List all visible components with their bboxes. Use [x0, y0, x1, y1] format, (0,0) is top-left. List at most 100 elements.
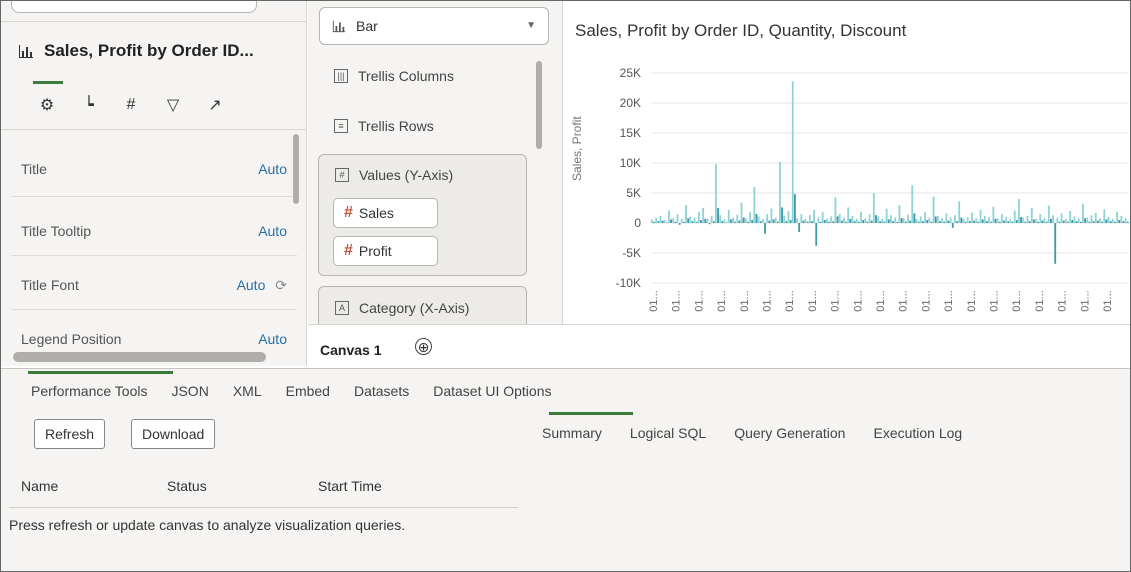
bar-sales[interactable]	[902, 218, 905, 223]
bar-profit[interactable]	[845, 221, 848, 223]
bar-profit[interactable]	[866, 221, 869, 223]
bar-profit[interactable]	[917, 221, 920, 223]
bar-profit[interactable]	[772, 219, 775, 223]
bar-sales[interactable]	[821, 212, 824, 223]
bar-sales[interactable]	[855, 218, 858, 223]
bar-profit[interactable]	[789, 220, 792, 223]
bar-sales[interactable]	[813, 209, 816, 223]
bar-profit[interactable]	[653, 221, 655, 223]
bar-sales[interactable]	[962, 218, 965, 223]
bar-sales[interactable]	[830, 216, 833, 223]
bar-sales[interactable]	[659, 215, 662, 223]
bar-profit[interactable]	[802, 220, 805, 223]
bar-profit[interactable]	[755, 214, 758, 223]
bar-profit[interactable]	[857, 221, 860, 223]
bar-profit[interactable]	[704, 218, 707, 223]
tab-json[interactable]: JSON	[171, 383, 208, 399]
tab-canvas-1[interactable]: Canvas 1	[320, 342, 381, 358]
bar-sales[interactable]	[663, 220, 666, 223]
bar-profit[interactable]	[768, 220, 771, 223]
bar-sales[interactable]	[676, 214, 679, 223]
bar-profit[interactable]	[1028, 221, 1031, 223]
bar-profit[interactable]	[806, 221, 809, 223]
chart-type-select[interactable]: Bar ▼	[319, 7, 549, 45]
bar-sales[interactable]	[1005, 217, 1008, 223]
bar-sales[interactable]	[689, 216, 692, 223]
bar-profit[interactable]	[1067, 221, 1069, 223]
bar-sales[interactable]	[1099, 218, 1101, 223]
bar-profit[interactable]	[776, 221, 779, 223]
bar-profit[interactable]	[1109, 221, 1112, 223]
bar-sales[interactable]	[1082, 203, 1084, 223]
chevron-down-icon[interactable]: ▼	[526, 20, 536, 31]
bar-profit[interactable]	[973, 220, 976, 223]
trellis-rows-row[interactable]: ≡ Trellis Rows	[334, 118, 434, 134]
bar-sales[interactable]	[860, 211, 862, 223]
bar-sales[interactable]	[1022, 217, 1025, 223]
bar-sales[interactable]	[1077, 218, 1080, 223]
tab-logical-sql[interactable]: Logical SQL	[630, 425, 706, 441]
bar-sales[interactable]	[1069, 211, 1072, 223]
bar-profit[interactable]	[764, 223, 766, 234]
bar-sales[interactable]	[1035, 218, 1037, 223]
tab-performance-tools[interactable]: Performance Tools	[31, 383, 147, 399]
bar-sales[interactable]	[1039, 214, 1042, 223]
bar-profit[interactable]	[904, 221, 907, 223]
bar-profit[interactable]	[747, 221, 749, 223]
values-pill-profit[interactable]: # Profit	[333, 236, 438, 266]
tab-xml[interactable]: XML	[233, 383, 262, 399]
bar-profit[interactable]	[939, 221, 941, 223]
property-title[interactable]: Title Auto	[21, 161, 287, 177]
bar-profit[interactable]	[725, 222, 728, 223]
bar-sales[interactable]	[1026, 215, 1029, 223]
bar-profit[interactable]	[665, 222, 668, 223]
bar-profit[interactable]	[875, 215, 877, 223]
values-drop-zone[interactable]: # Values (Y-Axis) # Sales # Profit	[318, 154, 527, 276]
bar-profit[interactable]	[960, 217, 963, 223]
bar-profit[interactable]	[832, 221, 835, 223]
bar-profit[interactable]	[1050, 218, 1052, 223]
bar-profit[interactable]	[977, 221, 980, 223]
bar-profit[interactable]	[1084, 218, 1087, 223]
bar-profit[interactable]	[900, 218, 903, 223]
bar-profit[interactable]	[1041, 220, 1044, 223]
bar-sales[interactable]	[975, 218, 978, 223]
bar-sales[interactable]	[1124, 218, 1127, 223]
bar-profit[interactable]	[1037, 221, 1040, 223]
bar-profit[interactable]	[1075, 221, 1078, 223]
bar-profit[interactable]	[700, 220, 702, 223]
bar-sales[interactable]	[949, 217, 952, 223]
bar-profit[interactable]	[1101, 221, 1104, 223]
bar-profit[interactable]	[943, 221, 946, 223]
bar-sales[interactable]	[881, 218, 884, 223]
bar-profit[interactable]	[683, 221, 685, 223]
bar-profit[interactable]	[1088, 221, 1091, 223]
bar-profit[interactable]	[729, 219, 732, 223]
bar-profit[interactable]	[883, 221, 886, 223]
bar-profit[interactable]	[687, 218, 690, 223]
bar-sales[interactable]	[1094, 212, 1097, 223]
bar-sales[interactable]	[932, 196, 935, 223]
bar-profit[interactable]	[1114, 221, 1116, 223]
vertical-scrollbar[interactable]	[536, 61, 542, 149]
bar-sales[interactable]	[885, 208, 888, 223]
filter-icon[interactable]: ▽	[163, 95, 183, 115]
bar-sales[interactable]	[668, 210, 670, 223]
bar-sales[interactable]	[740, 202, 743, 223]
bar-profit[interactable]	[811, 221, 813, 223]
bar-profit[interactable]	[892, 221, 894, 223]
bar-profit[interactable]	[1011, 221, 1014, 223]
bar-sales[interactable]	[1043, 218, 1046, 223]
bar-profit[interactable]	[1062, 220, 1065, 223]
bar-profit[interactable]	[695, 221, 698, 223]
bar-sales[interactable]	[936, 215, 939, 223]
tab-embed[interactable]: Embed	[286, 383, 330, 399]
bar-profit[interactable]	[823, 220, 826, 223]
bar-profit[interactable]	[738, 220, 741, 223]
bar-sales[interactable]	[954, 215, 956, 223]
bar-profit[interactable]	[717, 208, 719, 223]
bar-sales[interactable]	[966, 217, 969, 223]
bar-sales[interactable]	[715, 164, 717, 223]
bar-profit[interactable]	[1054, 223, 1057, 264]
bar-profit[interactable]	[751, 220, 754, 223]
